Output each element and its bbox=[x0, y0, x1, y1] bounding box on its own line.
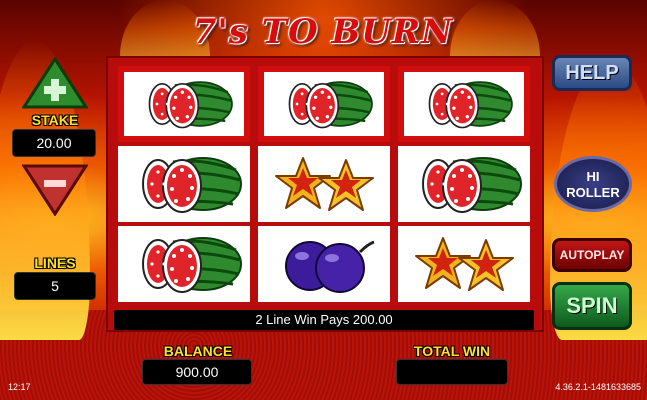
reel-cell bbox=[398, 146, 530, 222]
win-message: 2 Line Win Pays 200.00 bbox=[114, 310, 534, 330]
reel-cell bbox=[118, 66, 250, 142]
hi-roller-label-line1: HI bbox=[586, 169, 600, 184]
reel-cell bbox=[118, 146, 250, 222]
reel-cell bbox=[398, 226, 530, 302]
status-clock: 12:17 bbox=[8, 382, 31, 392]
watermelon-icon bbox=[288, 81, 373, 129]
lines-value[interactable]: 5 bbox=[14, 272, 96, 300]
star-icon bbox=[275, 157, 374, 211]
watermelon-icon bbox=[422, 157, 522, 213]
watermelon-icon bbox=[142, 237, 242, 293]
spin-button[interactable]: SPIN bbox=[552, 282, 632, 330]
watermelon-icon bbox=[142, 157, 242, 213]
balance-label: BALANCE bbox=[163, 343, 233, 359]
lines-label: LINES bbox=[34, 255, 76, 271]
reel-cell bbox=[258, 146, 390, 222]
game-title: 7's TO BURN bbox=[192, 12, 454, 52]
minus-icon bbox=[21, 164, 89, 217]
plus-icon bbox=[21, 56, 89, 109]
help-button[interactable]: HELP bbox=[552, 55, 632, 91]
autoplay-button[interactable]: AUTOPLAY bbox=[552, 238, 632, 272]
reel-cell bbox=[258, 66, 390, 142]
plum-icon bbox=[285, 240, 375, 293]
total-win-value bbox=[396, 359, 508, 385]
stake-value: 20.00 bbox=[12, 129, 96, 157]
reel-grid bbox=[106, 56, 544, 332]
stake-decrease-button[interactable] bbox=[21, 164, 89, 217]
stake-increase-button[interactable] bbox=[21, 56, 89, 109]
balance-value: 900.00 bbox=[142, 359, 252, 385]
total-win-label: TOTAL WIN bbox=[413, 343, 491, 359]
watermelon-icon bbox=[148, 81, 233, 129]
reel-cell bbox=[118, 226, 250, 302]
hi-roller-label-line2: ROLLER bbox=[566, 185, 620, 200]
game-screen: 7's TO BURN STAKE 20.00 LINES 5 2 Line W… bbox=[0, 0, 647, 400]
star-icon bbox=[415, 237, 514, 291]
game-logo: 7's TO BURN bbox=[188, 8, 458, 56]
version-label: 4.36.2.1-1481633685 bbox=[555, 382, 641, 392]
watermelon-icon bbox=[428, 81, 513, 129]
reel-cell bbox=[258, 226, 390, 302]
hi-roller-button[interactable]: HI ROLLER bbox=[554, 156, 632, 212]
reel-cell bbox=[398, 66, 530, 142]
stake-label: STAKE bbox=[31, 112, 79, 128]
